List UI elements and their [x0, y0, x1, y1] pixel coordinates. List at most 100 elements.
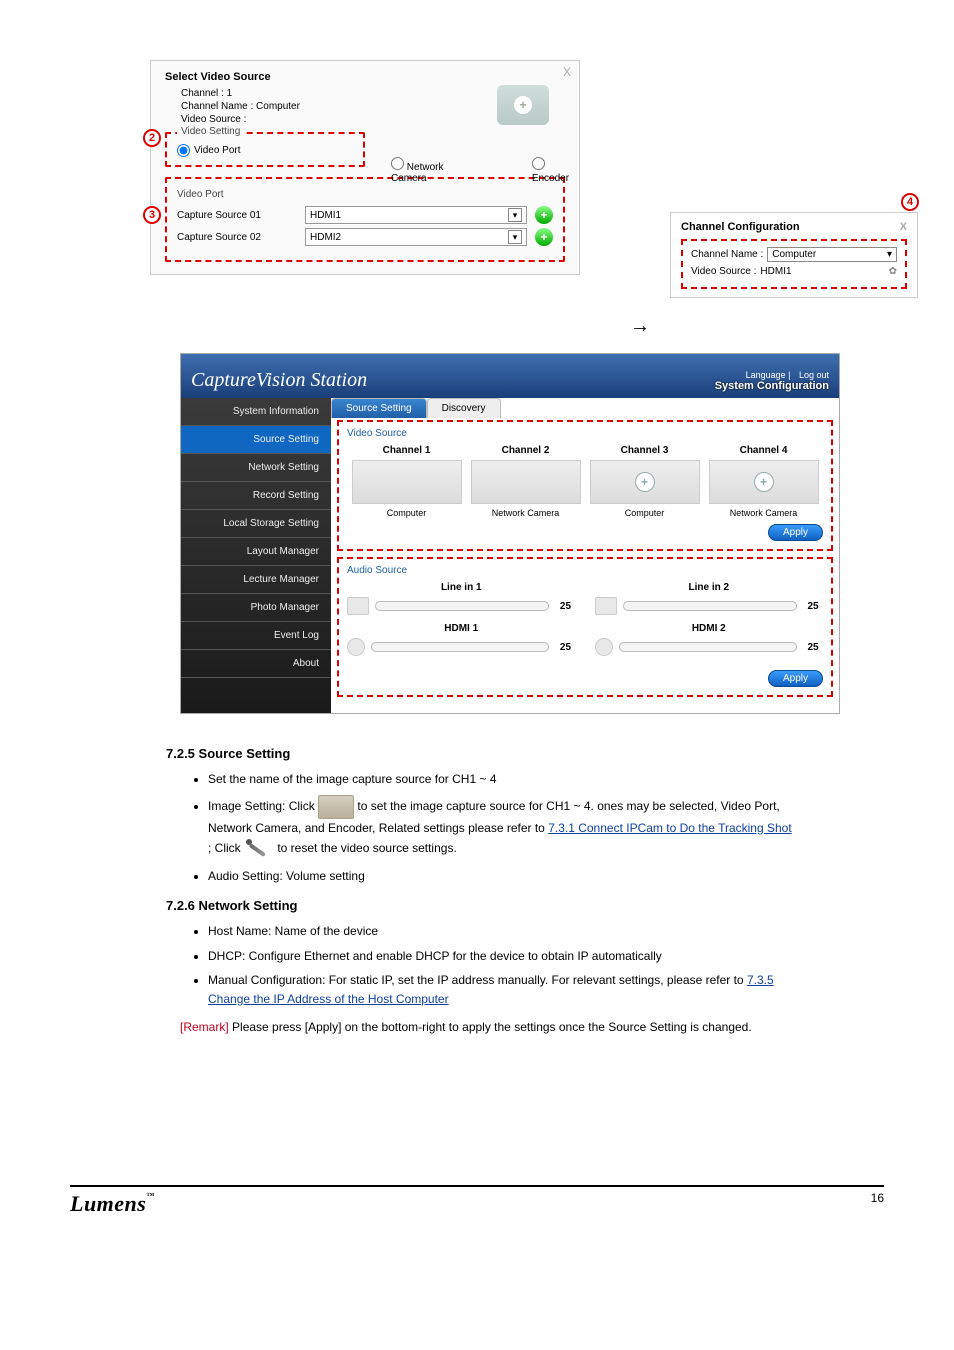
- ch3-thumb: +: [590, 460, 700, 504]
- plus-icon: +: [754, 472, 774, 492]
- preview-thumb: +: [497, 85, 549, 125]
- tabs: Source Setting Discovery: [331, 398, 839, 418]
- ch1-caption: Computer: [352, 508, 462, 518]
- cc-name-select[interactable]: Computer▾: [767, 247, 897, 262]
- ch1-thumb: [352, 460, 462, 504]
- cvs-title: CaptureVision Station: [191, 369, 367, 392]
- capturevision-window: CaptureVision Station Language | Log out…: [180, 353, 840, 714]
- gear-icon[interactable]: ✿: [889, 266, 897, 277]
- nav-local-storage-setting[interactable]: Local Storage Setting: [181, 510, 331, 538]
- select-video-source-dialog: X Select Video Source Channel : 1 Channe…: [150, 60, 580, 275]
- line1-slider[interactable]: [375, 601, 549, 611]
- callout-4: 4: [901, 193, 919, 211]
- c3: Manual Configuration: For static IP, set…: [208, 971, 794, 1008]
- tab-discovery[interactable]: Discovery: [427, 398, 501, 418]
- nav-layout-manager[interactable]: Layout Manager: [181, 538, 331, 566]
- callout-3: 3: [143, 206, 161, 224]
- hdmi2-title: HDMI 2: [595, 623, 823, 634]
- line2-title: Line in 2: [595, 582, 823, 593]
- apply-video-button[interactable]: Apply: [768, 524, 823, 541]
- cvs-header: CaptureVision Station Language | Log out…: [181, 354, 839, 398]
- line-in-icon: [595, 597, 617, 615]
- ch4-caption: Network Camera: [709, 508, 819, 518]
- close-icon[interactable]: X: [563, 65, 571, 79]
- nav-about[interactable]: About: [181, 650, 331, 678]
- remark: [Remark] Please press [Apply] on the bot…: [180, 1018, 794, 1037]
- radio-network-cam-input[interactable]: [391, 157, 404, 170]
- cc-close-icon[interactable]: X: [900, 221, 907, 233]
- spacer-bullets: →: [200, 295, 884, 343]
- hdmi-icon: [347, 638, 365, 656]
- logout-link[interactable]: Log out: [799, 370, 829, 380]
- nav-photo-manager[interactable]: Photo Manager: [181, 594, 331, 622]
- ch1-head: Channel 1: [352, 445, 462, 456]
- add-source-2-button[interactable]: +: [535, 228, 553, 246]
- hdmi-2: HDMI 2 25: [595, 623, 823, 656]
- tab-source-setting[interactable]: Source Setting: [331, 398, 427, 418]
- plus-icon: +: [635, 472, 655, 492]
- cc-name-label: Channel Name :: [691, 249, 763, 260]
- channel-3[interactable]: Channel 3 + Computer: [590, 445, 700, 518]
- lumens-logo: Lumens™: [70, 1191, 155, 1217]
- chevron-down-icon[interactable]: ▾: [887, 249, 892, 260]
- cc-src-value: HDMI1: [760, 266, 884, 277]
- line-in-icon: [347, 597, 369, 615]
- nav-system-information[interactable]: System Information: [181, 398, 331, 426]
- radio-video-port[interactable]: Video Port: [177, 144, 241, 157]
- remark-text: Please press [Apply] on the bottom-right…: [232, 1020, 752, 1034]
- hdmi-1: HDMI 1 25: [347, 623, 575, 656]
- hdmi2-slider[interactable]: [619, 642, 797, 652]
- b3: Audio Setting: Volume setting: [208, 867, 794, 886]
- link-7-3-1[interactable]: 7.3.1 Connect IPCam to Do the Tracking S…: [548, 821, 791, 835]
- radio-video-port-input[interactable]: [177, 144, 190, 157]
- chevron-down-icon[interactable]: ▾: [508, 230, 522, 244]
- hdmi1-title: HDMI 1: [347, 623, 575, 634]
- radio-encoder[interactable]: Encoder: [532, 157, 579, 184]
- channel-4[interactable]: Channel 4 + Network Camera: [709, 445, 819, 518]
- video-port-block: Video Port Capture Source 01 HDMI1▾ + Ca…: [165, 177, 565, 262]
- video-port-title: Video Port: [177, 189, 553, 200]
- video-source-title: Video Source: [347, 428, 823, 439]
- add-source-1-button[interactable]: +: [535, 206, 553, 224]
- channel-config-panel: 4 Channel Configuration X Channel Name :…: [670, 212, 918, 298]
- channel-1[interactable]: Channel 1 Computer: [352, 445, 462, 518]
- device-icon: [318, 795, 354, 819]
- cvs-main: Source Setting Discovery Video Source Ch…: [331, 398, 839, 713]
- b1: Set the name of the image capture source…: [208, 770, 794, 789]
- line1-title: Line in 1: [347, 582, 575, 593]
- radio-network-camera[interactable]: Network Camera: [391, 157, 472, 184]
- cap2-label: Capture Source 02: [177, 232, 297, 243]
- line1-value: 25: [555, 601, 575, 612]
- video-setting-fieldset: Video Setting Video Port: [165, 132, 365, 167]
- ch2-head: Channel 2: [471, 445, 581, 456]
- nav-source-setting[interactable]: Source Setting: [181, 426, 331, 454]
- language-link[interactable]: Language: [746, 370, 786, 380]
- ch4-head: Channel 4: [709, 445, 819, 456]
- ch2-caption: Network Camera: [471, 508, 581, 518]
- ch3-caption: Computer: [590, 508, 700, 518]
- chevron-down-icon[interactable]: ▾: [508, 208, 522, 222]
- line2-slider[interactable]: [623, 601, 797, 611]
- cap1-select[interactable]: HDMI1▾: [305, 206, 527, 224]
- system-configuration-label: System Configuration: [715, 380, 829, 392]
- c2: DHCP: Configure Ethernet and enable DHCP…: [208, 947, 794, 966]
- radio-encoder-input[interactable]: [532, 157, 545, 170]
- cvs-sidebar: System Information Source Setting Networ…: [181, 398, 331, 713]
- hdmi1-slider[interactable]: [371, 642, 549, 652]
- nav-lecture-manager[interactable]: Lecture Manager: [181, 566, 331, 594]
- nav-record-setting[interactable]: Record Setting: [181, 482, 331, 510]
- line-in-2: Line in 2 25: [595, 582, 823, 615]
- dialog-title: Select Video Source: [165, 71, 565, 83]
- nav-network-setting[interactable]: Network Setting: [181, 454, 331, 482]
- channel-2[interactable]: Channel 2 Network Camera: [471, 445, 581, 518]
- apply-audio-button[interactable]: Apply: [768, 670, 823, 687]
- hdmi2-value: 25: [803, 642, 823, 653]
- section-text: 7.2.5 Source Setting Set the name of the…: [180, 744, 794, 1037]
- cvs-header-links: Language | Log out System Configuration: [715, 370, 829, 392]
- cap2-select[interactable]: HDMI2▾: [305, 228, 527, 246]
- capture-row-2: Capture Source 02 HDMI2▾ +: [177, 228, 553, 246]
- ch2-thumb: [471, 460, 581, 504]
- arrow-right-icon: →: [630, 315, 650, 338]
- page-number: 16: [871, 1191, 884, 1217]
- nav-event-log[interactable]: Event Log: [181, 622, 331, 650]
